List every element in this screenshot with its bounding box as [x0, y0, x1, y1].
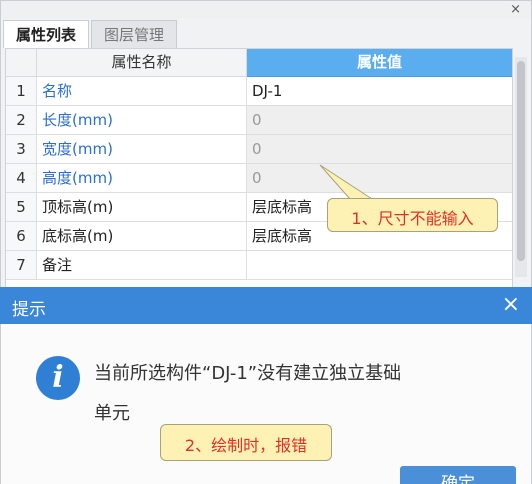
annotation-callout-size-input: 1、尺寸不能输入 [327, 198, 498, 232]
dialog-title-bar: 提示 × [0, 287, 532, 324]
info-icon: i [36, 356, 80, 400]
annotation-text: 2、绘制时，报错 [184, 436, 308, 455]
annotation-text: 1、尺寸不能输入 [351, 209, 474, 228]
annotation-callout-draw-error: 2、绘制时，报错 [160, 424, 332, 461]
dialog-message-line1: 当前所选构件“DJ-1”没有建立独立基础 [94, 363, 402, 384]
dialog-message-line2: 单元 [94, 403, 130, 424]
ok-button[interactable]: 确定 [400, 466, 516, 484]
callout1-pointer [319, 164, 374, 200]
dialog-title: 提示 [12, 300, 46, 320]
dialog-close-icon[interactable]: × [502, 292, 520, 317]
